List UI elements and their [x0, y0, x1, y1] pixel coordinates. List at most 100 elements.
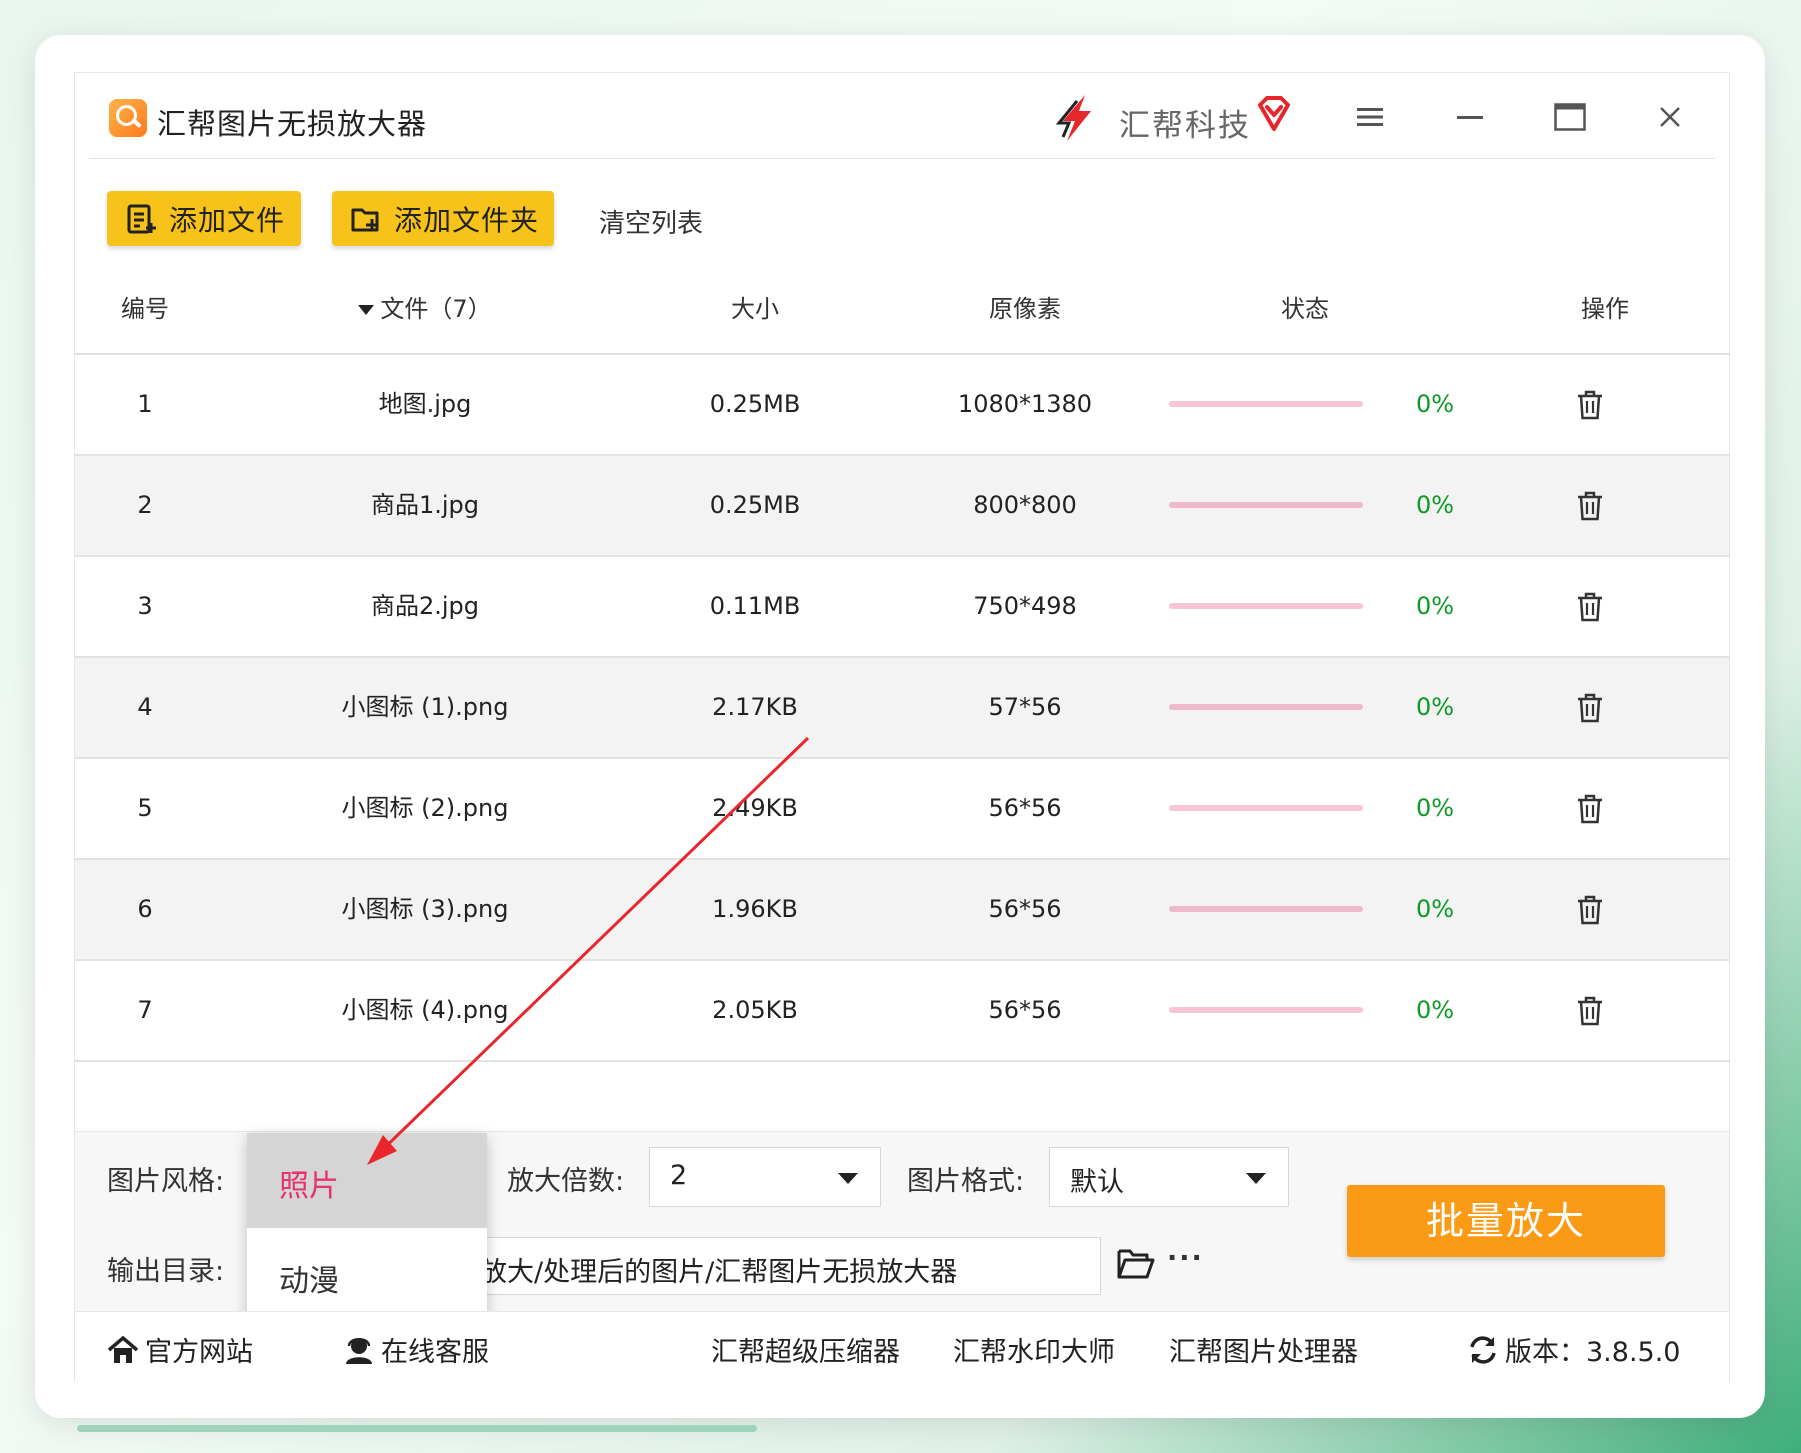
output-path-input[interactable]: 放大/处理后的图片/汇帮图片无损放大器 [485, 1237, 1101, 1295]
scale-value: 2 [670, 1160, 688, 1191]
version-label: 版本：3.8.5.0 [1505, 1337, 1681, 1368]
row-file: 商品2.jpg [370, 592, 480, 620]
progress-bar [1169, 906, 1363, 912]
app-title: 汇帮图片无损放大器 [157, 107, 428, 141]
output-path-value: 放大/处理后的图片/汇帮图片无损放大器 [485, 1257, 958, 1288]
trash-icon[interactable] [1575, 490, 1605, 522]
online-support-label: 在线客服 [381, 1337, 489, 1368]
maximize-icon[interactable] [1545, 95, 1595, 139]
progress-bar [1169, 1007, 1363, 1013]
row-file: 小图标 (3).png [341, 895, 509, 923]
row-no: 6 [137, 895, 153, 923]
official-website-label: 官方网站 [145, 1337, 253, 1368]
row-pixels: 750*498 [973, 592, 1077, 620]
row-pixels: 56*56 [988, 996, 1062, 1024]
official-website-link[interactable]: 官方网站 [107, 1330, 253, 1369]
trash-icon[interactable] [1575, 591, 1605, 623]
chevron-down-icon [1246, 1173, 1266, 1184]
row-size: 1.96KB [712, 895, 798, 923]
table-header: 编号 文件（7） 大小 原像素 状态 操作 [75, 266, 1729, 355]
add-folder-icon [351, 208, 379, 231]
output-label: 输出目录: [107, 1256, 225, 1287]
format-select[interactable]: 默认 [1049, 1147, 1289, 1207]
table-row[interactable]: 2 商品1.jpg 0.25MB 800*800 0% [75, 456, 1729, 557]
format-value: 默认 [1070, 1167, 1124, 1198]
title-bar: 汇帮图片无损放大器 汇帮科技 [75, 73, 1729, 158]
close-icon[interactable] [1645, 95, 1695, 139]
horizontal-scrollbar[interactable] [77, 1425, 757, 1432]
add-folder-button[interactable]: 添加文件夹 [332, 191, 554, 246]
header-size: 大小 [731, 295, 779, 323]
row-size: 2.05KB [712, 996, 798, 1024]
row-pixels: 56*56 [988, 794, 1062, 822]
footer-link-image-processor[interactable]: 汇帮图片处理器 [1169, 1330, 1358, 1369]
add-file-label: 添加文件 [169, 203, 286, 237]
table-row[interactable]: 6 小图标 (3).png 1.96KB 56*56 0% [75, 860, 1729, 961]
style-label: 图片风格: [107, 1166, 225, 1197]
style-dropdown: 照片 动漫 [247, 1133, 487, 1323]
trash-icon[interactable] [1575, 793, 1605, 825]
header-no: 编号 [121, 295, 169, 323]
add-file-button[interactable]: 添加文件 [107, 191, 301, 246]
batch-enlarge-button[interactable]: 批量放大 [1347, 1185, 1665, 1257]
progress-bar [1169, 603, 1363, 609]
row-size: 2.17KB [712, 693, 798, 721]
row-size: 0.25MB [709, 390, 801, 418]
menu-icon[interactable] [1345, 95, 1395, 139]
chevron-down-icon [838, 1173, 858, 1184]
progress-bar [1169, 704, 1363, 710]
style-option-anime[interactable]: 动漫 [247, 1228, 487, 1323]
vip-diamond-icon[interactable] [1255, 95, 1293, 135]
footer-link-watermark[interactable]: 汇帮水印大师 [953, 1330, 1115, 1369]
table-row[interactable]: 1 地图.jpg 0.25MB 1080*1380 0% [75, 355, 1729, 456]
table-row[interactable]: 7 小图标 (4).png 2.05KB 56*56 0% [75, 961, 1729, 1062]
sort-caret-icon [358, 305, 375, 315]
table-row[interactable]: 4 小图标 (1).png 2.17KB 57*56 0% [75, 658, 1729, 759]
more-options-button[interactable]: ··· [1167, 1243, 1204, 1274]
trash-icon[interactable] [1575, 995, 1605, 1027]
trash-icon[interactable] [1575, 389, 1605, 421]
progress-bar [1169, 805, 1363, 811]
row-pixels: 57*56 [988, 693, 1062, 721]
brand-name: 汇帮科技 [1119, 108, 1251, 144]
progress-percent: 0% [1415, 390, 1455, 418]
row-size: 0.11MB [709, 592, 801, 620]
row-file: 小图标 (2).png [341, 794, 509, 822]
progress-percent: 0% [1415, 794, 1455, 822]
home-icon [107, 1335, 139, 1363]
add-file-icon [127, 204, 156, 233]
table-row[interactable]: 3 商品2.jpg 0.11MB 750*498 0% [75, 557, 1729, 658]
format-label: 图片格式: [907, 1166, 1025, 1197]
scale-select[interactable]: 2 [649, 1147, 881, 1207]
table-row[interactable]: 5 小图标 (2).png 2.49KB 56*56 0% [75, 759, 1729, 860]
row-size: 0.25MB [709, 491, 801, 519]
clear-list-button[interactable]: 清空列表 [599, 203, 703, 240]
row-no: 3 [137, 592, 153, 620]
folder-open-icon[interactable] [1117, 1247, 1155, 1281]
header-pixels: 原像素 [989, 295, 1061, 323]
header-file[interactable]: 文件（7） [265, 266, 585, 353]
row-file: 小图标 (4).png [341, 996, 509, 1024]
support-agent-icon [346, 1337, 372, 1364]
row-pixels: 1080*1380 [957, 390, 1093, 418]
header-file-label: 文件（7） [380, 295, 492, 323]
row-no: 7 [137, 996, 153, 1024]
row-no: 4 [137, 693, 153, 721]
trash-icon[interactable] [1575, 692, 1605, 724]
scale-label: 放大倍数: [507, 1166, 625, 1197]
row-file: 商品1.jpg [370, 491, 480, 519]
online-support-link[interactable]: 在线客服 [343, 1330, 489, 1369]
progress-percent: 0% [1415, 693, 1455, 721]
header-action: 操作 [1581, 295, 1629, 323]
trash-icon[interactable] [1575, 894, 1605, 926]
refresh-icon [1470, 1335, 1496, 1364]
style-option-photo[interactable]: 照片 [247, 1133, 487, 1228]
footer-bar: 官方网站 在线客服 汇帮超级压缩器 汇帮水印大师 汇帮图片处理器 版本：3.8.… [75, 1311, 1729, 1382]
progress-bar [1169, 502, 1363, 508]
add-folder-label: 添加文件夹 [394, 203, 540, 237]
minimize-icon[interactable] [1445, 95, 1495, 139]
version-info[interactable]: 版本：3.8.5.0 [1467, 1330, 1680, 1369]
progress-percent: 0% [1415, 491, 1455, 519]
footer-link-compressor[interactable]: 汇帮超级压缩器 [711, 1330, 900, 1369]
row-size: 2.49KB [712, 794, 798, 822]
